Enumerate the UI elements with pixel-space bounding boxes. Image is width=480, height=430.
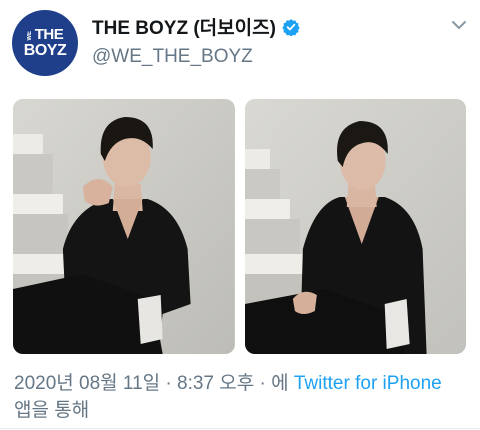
display-name-row[interactable]: THE BOYZ (더보이즈) bbox=[92, 13, 300, 40]
tweet-source-link[interactable]: Twitter for iPhone bbox=[294, 373, 442, 394]
tweet-meta: 2020년 08월 11일 · 8:37 오후 · 에 Twitter for … bbox=[14, 370, 464, 424]
tweet-timestamp[interactable]: 2020년 08월 11일 · 8:37 오후 · 에 bbox=[14, 373, 289, 394]
avatar[interactable]: WE THE BOYZ bbox=[12, 10, 78, 76]
avatar-logo-top: THE bbox=[34, 26, 64, 43]
tweet-photo-1[interactable] bbox=[13, 99, 235, 354]
tweet-source-suffix: 앱을 통해 bbox=[14, 400, 90, 421]
verified-badge-icon bbox=[282, 18, 300, 37]
tweet-photo-2[interactable] bbox=[244, 99, 466, 354]
photo-2-image bbox=[244, 99, 466, 354]
account-handle[interactable]: @WE_THE_BOYZ bbox=[92, 46, 253, 68]
tweet-media bbox=[13, 99, 466, 354]
tweet-menu-button[interactable] bbox=[448, 16, 470, 34]
divider bbox=[0, 428, 480, 429]
tweet-card: WE THE BOYZ THE BOYZ (더보이즈) @WE_THE_BOYZ bbox=[0, 0, 480, 430]
display-name[interactable]: THE BOYZ (더보이즈) bbox=[92, 13, 276, 40]
avatar-logo: WE THE bbox=[27, 27, 64, 42]
avatar-logo-prefix: WE bbox=[26, 31, 33, 41]
avatar-logo-bottom: BOYZ bbox=[23, 42, 67, 59]
photo-1-image bbox=[13, 99, 235, 354]
chevron-down-icon bbox=[452, 21, 466, 29]
